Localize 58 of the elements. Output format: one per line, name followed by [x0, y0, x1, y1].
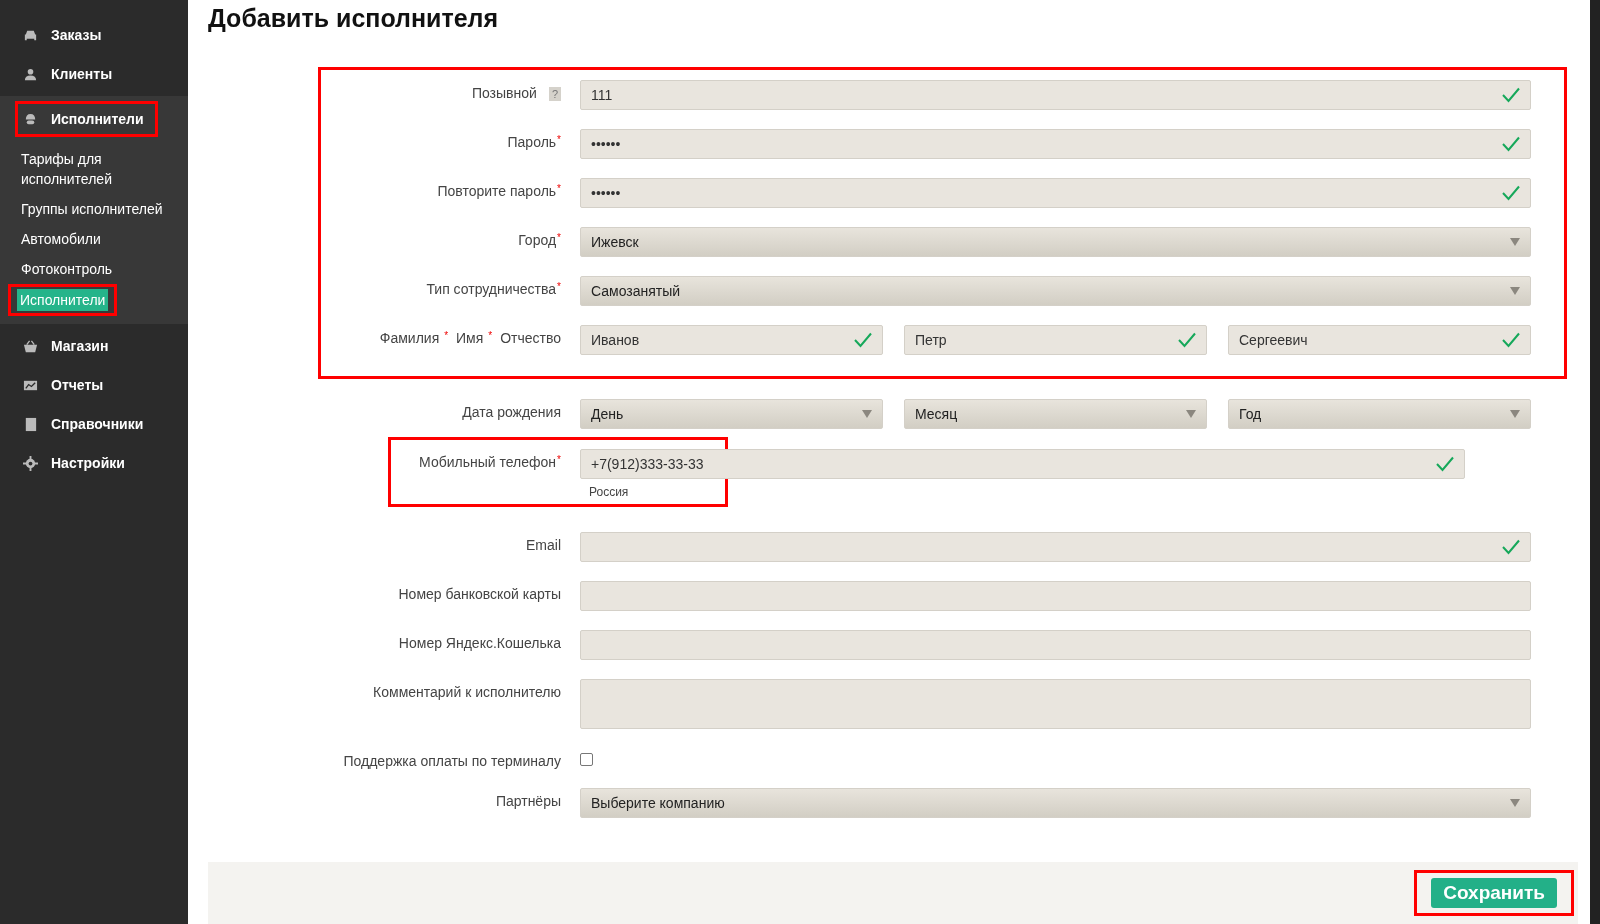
- select-field[interactable]: Выберите компанию: [580, 788, 1531, 818]
- submenu-item[interactable]: Тарифы для исполнителей: [21, 144, 171, 194]
- field-label: Пароль$^{*}$: [507, 134, 561, 150]
- field-label: Фамилия $^{*}$: [379, 330, 449, 346]
- field-label: Повторите пароль$^{*}$: [437, 183, 561, 199]
- input-field[interactable]: ••••••: [580, 129, 1531, 159]
- country-note: Россия: [589, 485, 630, 501]
- field-label: Комментарий к исполнителю: [373, 684, 561, 700]
- helmet-icon: [23, 111, 38, 127]
- caret-icon: [1510, 287, 1520, 295]
- caret-icon: [1510, 410, 1520, 418]
- field-label: Позывной: [471, 85, 537, 101]
- select-field[interactable]: Год: [1228, 399, 1531, 429]
- page-title: Добавить исполнителя: [208, 4, 499, 33]
- input-field[interactable]: [580, 581, 1531, 611]
- field-label: Дата рождения: [462, 404, 561, 420]
- field-label: Отчество: [500, 330, 561, 346]
- caret-icon: [1510, 238, 1520, 246]
- nav-item[interactable]: Отчеты: [23, 374, 104, 396]
- input-field[interactable]: [580, 630, 1531, 660]
- caret-icon: [862, 410, 872, 418]
- field-label: Номер банковской карты: [398, 586, 561, 602]
- caret-icon: [1510, 799, 1520, 807]
- field-label: Партнёры: [495, 793, 561, 809]
- input-field[interactable]: Сергеевич: [1228, 325, 1531, 355]
- caret-icon: [1186, 410, 1196, 418]
- nav-item[interactable]: Справочники: [23, 413, 144, 435]
- select-field[interactable]: Самозанятый: [580, 276, 1531, 306]
- select-field[interactable]: Ижевск: [580, 227, 1531, 257]
- field-label: Тип сотрудничества$^{*}$: [426, 281, 561, 297]
- gear-icon: [23, 455, 38, 471]
- checkbox[interactable]: [580, 753, 593, 766]
- input-field[interactable]: Иванов: [580, 325, 883, 355]
- input-field[interactable]: ••••••: [580, 178, 1531, 208]
- input-field[interactable]: [580, 532, 1531, 562]
- person-icon: [23, 66, 38, 82]
- select-field[interactable]: Месяц: [904, 399, 1207, 429]
- nav-item[interactable]: Исполнители: [23, 108, 144, 130]
- book-icon: [23, 416, 38, 432]
- submenu-item[interactable]: Фотоконтроль: [21, 254, 171, 284]
- field-label: Email: [526, 537, 561, 553]
- basket-icon: [23, 338, 38, 354]
- select-field[interactable]: День: [580, 399, 883, 429]
- nav-item[interactable]: Настройки: [23, 452, 125, 474]
- submenu-item[interactable]: Группы исполнителей: [21, 194, 171, 224]
- field-label: Поддержка оплаты по терминалу: [343, 753, 561, 769]
- submenu-item[interactable]: Автомобили: [21, 224, 171, 254]
- field-label: Мобильный телефон$^{*}$: [419, 454, 561, 470]
- nav-item[interactable]: Магазин: [23, 335, 109, 357]
- field-label: Имя $^{*}$: [456, 330, 493, 346]
- field-label: Номер Яндекс.Кошелька: [398, 635, 561, 651]
- input-field[interactable]: Петр: [904, 325, 1207, 355]
- comment-field[interactable]: [580, 679, 1531, 729]
- input-field[interactable]: 111: [580, 80, 1531, 110]
- nav-item[interactable]: Заказы: [23, 24, 102, 46]
- nav-item[interactable]: Клиенты: [23, 63, 113, 85]
- input-field[interactable]: +7(912)333-33-33: [580, 449, 1465, 479]
- field-label: Город$^{*}$: [518, 232, 561, 248]
